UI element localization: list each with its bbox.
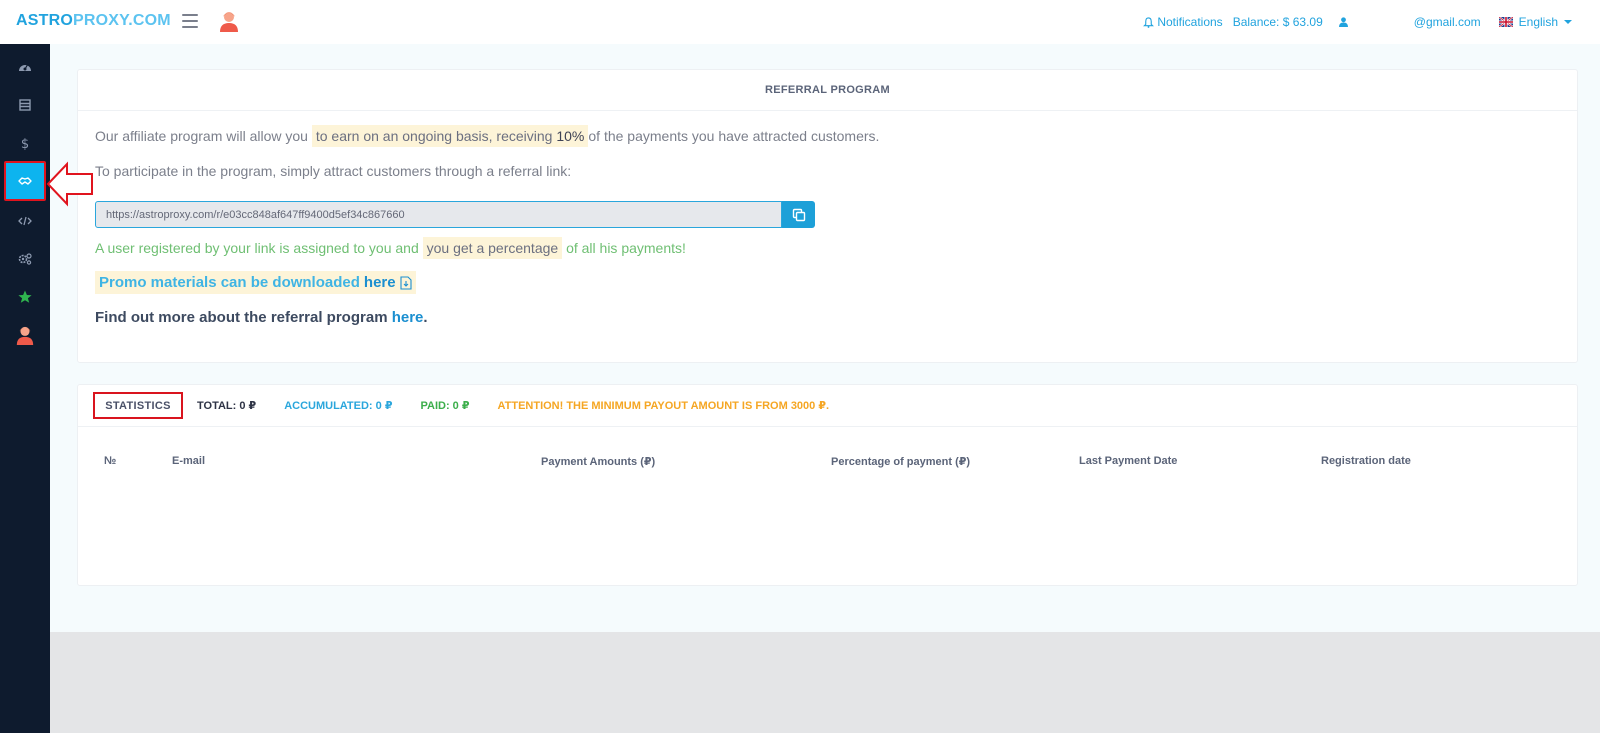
user-email[interactable]: @gmail.com [1414, 15, 1481, 29]
notifications-link[interactable]: Notifications [1143, 15, 1223, 29]
balance-display[interactable]: Balance: $ 63.09 [1233, 15, 1323, 29]
sidebar-item-dashboard[interactable] [0, 48, 50, 86]
support-agent-icon [16, 326, 34, 345]
uk-flag-icon [1498, 17, 1513, 27]
handshake-icon [18, 177, 32, 185]
participate-text: To participate in the program, simply at… [95, 163, 572, 179]
sidebar-item-favorites[interactable] [0, 278, 50, 316]
statistics-summary-row: STATISTICS TOTAL: 0 ₽ ACCUMULATED: 0 ₽ P… [78, 385, 1577, 427]
stat-attention: ATTENTION! THE MINIMUM PAYOUT AMOUNT IS … [497, 400, 830, 412]
copy-icon [792, 208, 805, 221]
card-title: REFERRAL PROGRAM [78, 70, 1577, 111]
intro-highlight: to earn on an ongoing basis, receiving 1… [311, 125, 589, 147]
referral-program-card: REFERRAL PROGRAM Our affiliate program w… [77, 69, 1578, 363]
code-icon [18, 216, 32, 226]
svg-text:$: $ [21, 137, 29, 150]
top-right-controls: Notifications Balance: $ 63.09 @gmail.co… [1133, 0, 1572, 44]
dashboard-icon [19, 63, 31, 71]
statistics-card: STATISTICS TOTAL: 0 ₽ ACCUMULATED: 0 ₽ P… [77, 384, 1578, 586]
intro-text: Our affiliate program will allow you to … [95, 125, 879, 147]
star-icon [18, 290, 32, 303]
column-header-last-payment-date[interactable]: Last Payment Date [1079, 455, 1177, 467]
sidebar-item-settings[interactable] [0, 240, 50, 278]
sidebar: $ [0, 44, 50, 733]
referral-link-input[interactable]: https://astroproxy.com/r/e03cc848af647ff… [95, 201, 782, 228]
hamburger-menu-icon[interactable] [182, 14, 198, 28]
sidebar-item-api[interactable] [0, 202, 50, 240]
referral-link-group: https://astroproxy.com/r/e03cc848af647ff… [95, 201, 815, 228]
language-selector[interactable]: English [1498, 15, 1572, 29]
column-header-payment-amounts[interactable]: Payment Amounts (₽) [541, 455, 655, 468]
site-logo[interactable]: ASTROPROXY.COM [16, 12, 171, 30]
column-header-number[interactable]: № [104, 455, 116, 467]
bell-icon [1143, 16, 1155, 28]
user-icon[interactable] [1338, 17, 1348, 27]
findout-here-link[interactable]: here [392, 309, 424, 326]
assigned-text: A user registered by your link is assign… [95, 237, 686, 259]
dollar-icon: $ [21, 137, 29, 150]
support-avatar-icon[interactable] [218, 10, 240, 32]
file-download-icon [400, 275, 412, 290]
promo-materials-link[interactable]: Promo materials can be downloaded here [95, 271, 416, 294]
stat-total: TOTAL: 0 ₽ [197, 400, 257, 412]
gears-icon [18, 253, 32, 265]
sidebar-item-referral[interactable] [4, 161, 46, 201]
stat-accumulated: ACCUMULATED: 0 ₽ [284, 400, 393, 412]
tab-statistics[interactable]: STATISTICS [93, 392, 183, 419]
copy-link-button[interactable] [782, 201, 815, 228]
annotation-arrow-icon [46, 161, 93, 207]
stat-paid: PAID: 0 ₽ [420, 400, 470, 412]
column-header-registration-date[interactable]: Registration date [1321, 455, 1411, 467]
sidebar-item-list[interactable] [0, 86, 50, 124]
list-icon [19, 99, 31, 111]
sidebar-item-support[interactable] [0, 316, 50, 354]
top-bar: ASTROPROXY.COM Notifications Balance: $ … [0, 0, 1600, 44]
column-header-email[interactable]: E-mail [172, 455, 205, 467]
column-header-percentage[interactable]: Percentage of payment (₽) [831, 455, 970, 468]
findout-more-text: Find out more about the referral program… [95, 309, 428, 326]
sidebar-item-payments[interactable]: $ [0, 124, 50, 162]
chevron-down-icon [1564, 20, 1572, 24]
